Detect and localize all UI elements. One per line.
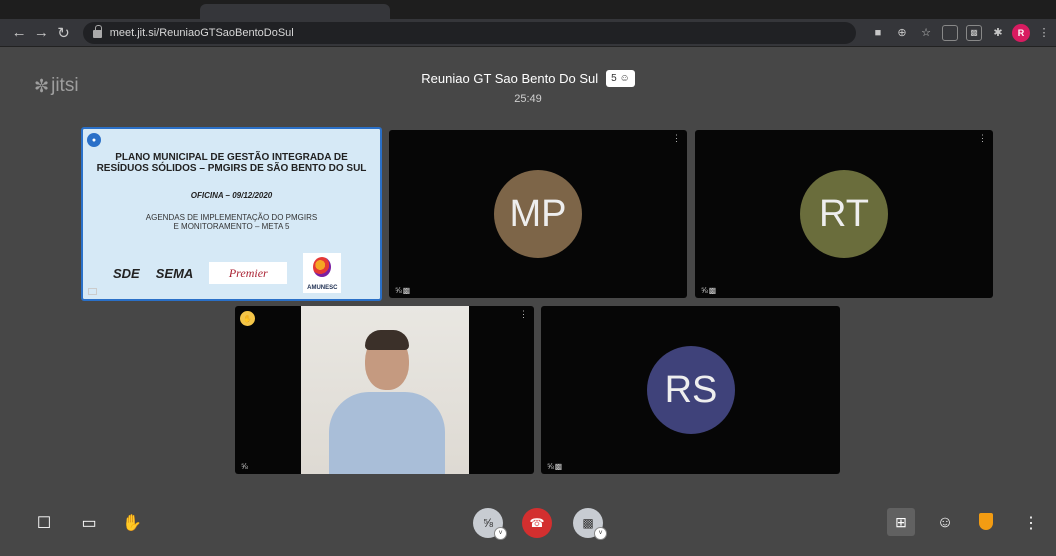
person-hair <box>365 330 409 350</box>
video-tile-mp[interactable]: MP ⋮ ⅝▩ <box>389 130 687 298</box>
meeting-header: Reuniao GT Sao Bento Do Sul 5 ☺ 25:49 <box>0 70 1056 105</box>
chevron-down-icon[interactable]: ˅ <box>494 527 507 540</box>
slide-title-line1: PLANO MUNICIPAL DE GESTÃO INTEGRADA DE <box>115 152 348 163</box>
grid-icon: ⊞ <box>895 513 907 530</box>
participant-count: 5 <box>611 73 617 84</box>
raised-hand-icon: ✋ <box>240 311 255 326</box>
sema-logo: SEMA <box>155 265 194 281</box>
video-tile-rs[interactable]: RS ⅝▩ <box>541 306 840 474</box>
chevron-down-icon[interactable]: ˅ <box>594 527 607 540</box>
dominant-speaker-icon: ● <box>87 133 101 147</box>
slide-logos: SDE SEMA Premier AMUNESC <box>113 253 342 293</box>
microphone-toggle-button[interactable]: ⅝ ˅ <box>473 508 507 540</box>
video-tile-rt[interactable]: RT ⋮ ⅝▩ <box>695 130 993 298</box>
camera-icon[interactable]: ■ <box>868 23 888 43</box>
url-text: meet.jit.si/ReuniaoGTSaoBentoDoSul <box>109 26 294 39</box>
hangup-button[interactable]: ☎ <box>522 508 552 538</box>
amunesc-logo: AMUNESC <box>303 253 342 293</box>
menu-kebab-icon[interactable]: ⋮ <box>1034 23 1054 43</box>
slide-agenda: AGENDAS DE IMPLEMENTAÇÃO DO PMGIRS E MON… <box>83 213 380 231</box>
hangup-phone-icon: ☎ <box>529 516 545 530</box>
participants-icon: ☺ <box>619 73 630 84</box>
add-icon[interactable]: ⊕ <box>892 23 912 43</box>
muted-camera-off-icons: ⅝▩ <box>547 462 564 471</box>
profile-avatar[interactable]: R <box>1012 23 1030 42</box>
shared-slide: PLANO MUNICIPAL DE GESTÃO INTEGRADA DE R… <box>83 129 380 299</box>
participants-invite-icon[interactable]: ☺ <box>933 511 957 535</box>
extension-image-icon[interactable]: ▩ <box>966 24 982 41</box>
tile-menu-icon[interactable]: ⋮ <box>978 133 987 144</box>
security-shield-icon[interactable] <box>979 513 993 530</box>
lock-icon <box>92 25 102 38</box>
jitsi-app: ✼ jitsi Reuniao GT Sao Bento Do Sul 5 ☺ … <box>0 47 1056 556</box>
meeting-timer: 25:49 <box>514 93 542 105</box>
premier-logo: Premier <box>209 262 288 284</box>
muted-mic-icon: ⅝ <box>241 462 249 471</box>
video-tile-camera[interactable]: ✋ ⋮ ⅝ <box>235 306 534 474</box>
slide-title: PLANO MUNICIPAL DE GESTÃO INTEGRADA DE R… <box>83 152 380 174</box>
share-screen-icon[interactable]: ▭ <box>77 511 101 535</box>
meeting-toolbar: ☐ ▭ ✋ ⅝ ˅ ☎ ▩ ˅ ⊞ ☺ ⋮ <box>0 494 1056 554</box>
address-bar[interactable]: meet.jit.si/ReuniaoGTSaoBentoDoSul <box>82 21 856 44</box>
extension-icons: ■ ⊕ ☆ ▩ ✱ R ⋮ <box>866 23 1056 43</box>
webcam-video <box>301 306 469 474</box>
microphone-muted-icon: ⅝ <box>482 516 493 530</box>
tile-view-button[interactable]: ⊞ <box>887 508 915 536</box>
tile-menu-icon[interactable]: ⋮ <box>519 309 528 320</box>
browser-tab-strip <box>0 0 1056 19</box>
raise-hand-icon[interactable]: ✋ <box>120 511 144 535</box>
sde-logo: SDE <box>113 265 140 281</box>
slide-agenda-line2: E MONITORAMENTO – META 5 <box>173 222 290 231</box>
participant-count-badge[interactable]: 5 ☺ <box>606 70 635 87</box>
slide-agenda-line1: AGENDAS DE IMPLEMENTAÇÃO DO PMGIRS <box>145 213 318 222</box>
muted-camera-off-icons: ⅝▩ <box>395 286 412 295</box>
reload-icon[interactable]: ↻ <box>52 21 74 45</box>
extension-box-icon[interactable] <box>942 24 958 41</box>
camera-off-icon: ▩ <box>582 516 594 530</box>
star-icon[interactable]: ☆ <box>916 23 936 43</box>
forward-arrow-icon[interactable]: → <box>30 21 52 45</box>
chat-icon[interactable]: ☐ <box>32 511 56 535</box>
puzzle-icon[interactable]: ✱ <box>988 23 1008 43</box>
browser-toolbar: ← → ↻ meet.jit.si/ReuniaoGTSaoBentoDoSul… <box>0 19 1056 47</box>
muted-camera-off-icons: ⅝▩ <box>701 286 718 295</box>
participant-avatar: MP <box>494 170 582 258</box>
slide-oficina: OFICINA – 09/12/2020 <box>190 191 273 200</box>
screen-share-indicator-icon <box>88 288 97 295</box>
slide-title-line2: RESÍDUOS SÓLIDOS – PMGIRS DE SÃO BENTO D… <box>96 163 367 174</box>
more-options-icon[interactable]: ⋮ <box>1019 511 1043 535</box>
video-tile-screen-share[interactable]: PLANO MUNICIPAL DE GESTÃO INTEGRADA DE R… <box>81 127 382 301</box>
tile-menu-icon[interactable]: ⋮ <box>672 133 681 144</box>
browser-tab[interactable] <box>200 4 390 19</box>
participant-avatar: RT <box>800 170 888 258</box>
participant-avatar: RS <box>647 346 735 434</box>
camera-toggle-button[interactable]: ▩ ˅ <box>573 508 607 540</box>
meeting-title: Reuniao GT Sao Bento Do Sul <box>421 71 599 86</box>
back-arrow-icon[interactable]: ← <box>8 21 30 45</box>
person-body <box>329 392 445 474</box>
